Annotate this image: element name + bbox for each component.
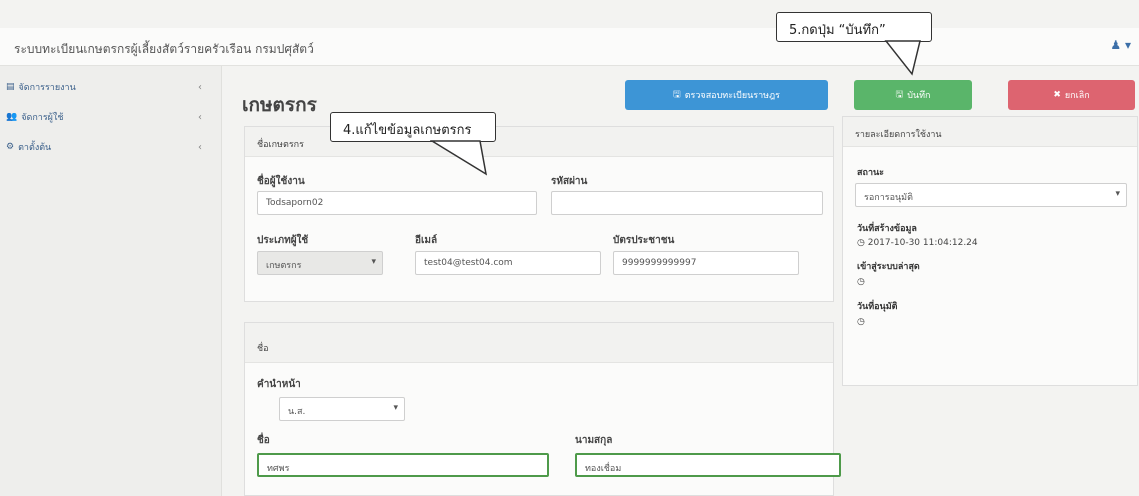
prefix-select[interactable]: น.ส. [279,397,405,421]
prefix-label: คำนำหน้า [257,379,301,390]
save-button[interactable]: 🖫 บันทึก [854,80,972,110]
password-label: รหัสผ่าน [551,176,588,187]
users-icon: 👥 [6,112,18,122]
clock-icon: ◷ [857,277,865,287]
cancel-button[interactable]: ✖ ยกเลิก [1008,80,1135,110]
sidebar-item-label: ตาตั้งต้น [18,143,52,153]
account-panel: ชื่อเกษตรกร ชื่อผู้ใช้งาน Todsaporn02 รห… [244,126,834,302]
created-date: 2017-10-30 11:04:12.24 [867,238,978,248]
sidebar-item-reports[interactable]: ▤ จัดการรายงาน ‹ [6,76,216,98]
firstname-label: ชื่อ [257,435,270,446]
created-value: ◷ 2017-10-30 11:04:12.24 [857,238,978,248]
firstname-input[interactable]: ทศพร [257,453,549,477]
username-label: ชื่อผู้ใช้งาน [257,176,305,187]
save-icon: 🖫 [673,90,681,100]
app-title: ระบบทะเบียนเกษตรกรผู้เลี้ยงสัตว์รายครัวเ… [14,42,314,56]
email-input[interactable]: test04@test04.com [415,251,601,275]
approved-label: วันที่อนุมัติ [857,302,898,312]
lastlogin-value: ◷ [857,277,865,287]
idcard-input[interactable]: 9999999999997 [613,251,799,275]
gear-icon: ⚙ [6,142,15,152]
check-registry-label: ตรวจสอบทะเบียนราษฎร [684,91,780,101]
approved-value: ◷ [857,317,865,327]
lastname-input[interactable]: ทองเชื่อม [575,453,841,477]
sidebar-item-label: จัดการผู้ใช้ [21,113,64,123]
chevron-left-icon: ‹ [198,141,202,153]
username-input[interactable]: Todsaporn02 [257,191,537,215]
check-registry-button[interactable]: 🖫 ตรวจสอบทะเบียนราษฎร [625,80,828,110]
usertype-select[interactable]: เกษตรกร [257,251,383,275]
save-callout-tail [884,40,921,76]
name-heading: ชื่อ [245,323,833,363]
password-input[interactable] [551,191,823,215]
idcard-label: บัตรประชาชน [613,235,675,246]
save-label: บันทึก [907,91,931,101]
clock-icon: ◷ [857,317,865,327]
created-label: วันที่สร้างข้อมูล [857,224,917,234]
usertype-label: ประเภทผู้ใช้ [257,235,309,246]
email-label: อีเมล์ [415,235,438,246]
chevron-left-icon: ‹ [198,81,202,93]
chevron-left-icon: ‹ [198,111,202,123]
user-icon[interactable]: ♟ ▾ [1110,38,1131,52]
lastlogin-label: เข้าสู่ระบบล่าสุด [857,262,920,272]
usage-heading: รายละเอียดการใช้งาน [843,117,1137,147]
cancel-label: ยกเลิก [1064,91,1090,101]
edit-annotation-callout: 4.แก้ไขข้อมูลเกษตรกร [330,112,496,142]
report-icon: ▤ [6,82,15,92]
sidebar-item-label: จัดการรายงาน [18,83,76,93]
sidebar-item-users[interactable]: 👥 จัดการผู้ใช้ ‹ [6,106,216,128]
status-select[interactable]: รอการอนุมัติ [855,183,1127,207]
edit-callout-tail [430,140,488,176]
top-bar: ระบบทะเบียนเกษตรกรผู้เลี้ยงสัตว์รายครัวเ… [0,28,1139,66]
save-annotation-callout: 5.กดปุ่ม “บันทึก” [776,12,932,42]
save-icon: 🖫 [895,90,904,100]
sidebar: ▤ จัดการรายงาน ‹ 👥 จัดการผู้ใช้ ‹ ⚙ ตาตั… [0,66,222,496]
usage-details-panel: รายละเอียดการใช้งาน สถานะ รอการอนุมัติ ว… [842,116,1138,386]
lastname-label: นามสกุล [575,435,613,446]
sidebar-item-settings[interactable]: ⚙ ตาตั้งต้น ‹ [6,136,216,158]
name-panel: ชื่อ คำนำหน้า น.ส. ชื่อ ทศพร นามสกุล ทอง… [244,322,841,496]
page-title: เกษตรกร [242,94,317,116]
clock-icon: ◷ [857,238,865,248]
status-label: สถานะ [857,168,884,178]
close-icon: ✖ [1053,90,1061,100]
